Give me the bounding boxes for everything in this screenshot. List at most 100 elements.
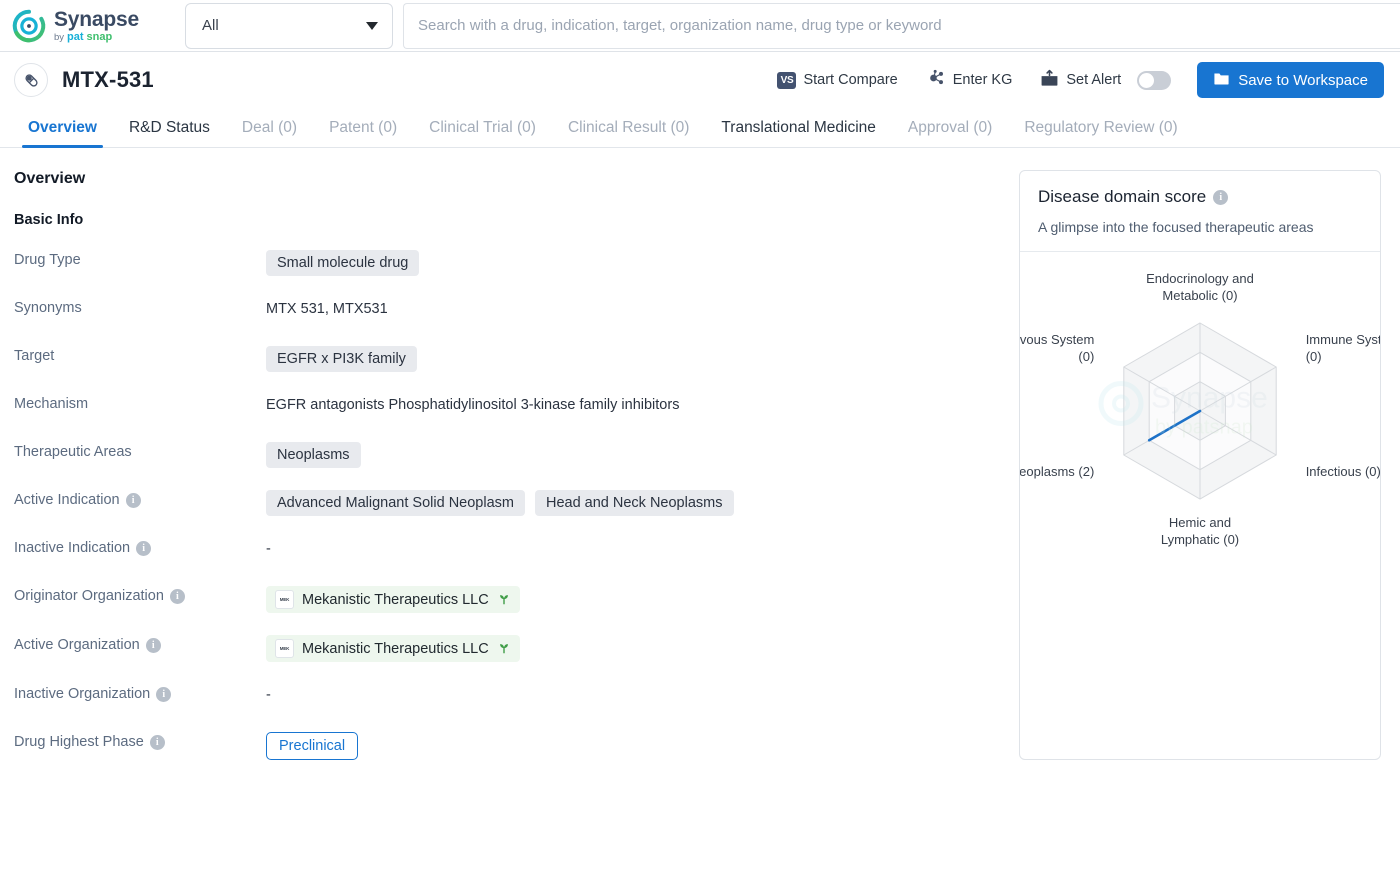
field-label-therapeutic-areas: Therapeutic Areas — [14, 444, 132, 460]
brand-by: by — [54, 31, 65, 43]
svg-text:(0): (0) — [1306, 349, 1322, 364]
svg-text:Neoplasms (2): Neoplasms (2) — [1020, 464, 1094, 479]
chip[interactable]: Advanced Malignant Solid Neoplasm — [266, 490, 525, 516]
start-compare-button[interactable]: VS Start Compare — [763, 62, 911, 98]
save-to-workspace-button[interactable]: Save to Workspace — [1197, 62, 1384, 98]
search-input-wrapper[interactable] — [403, 2, 1400, 49]
folder-icon — [1213, 70, 1230, 91]
score-card-description: A glimpse into the focused therapeutic a… — [1038, 219, 1314, 235]
svg-text:Endocrinology and: Endocrinology and — [1146, 271, 1254, 286]
tab-regulatory-review[interactable]: Regulatory Review (0) — [1008, 119, 1193, 147]
radar-chart: Synapse by patsnap Endocrinology and Meta… — [1020, 252, 1380, 570]
svg-text:Hemic and: Hemic and — [1169, 515, 1231, 530]
basic-info-heading: Basic Info — [14, 212, 84, 228]
field-row: Active Organization i MEK Mekanistic The… — [14, 633, 1000, 662]
overview-heading: Overview — [14, 170, 86, 187]
tab-overview[interactable]: Overview — [12, 119, 113, 148]
chip[interactable]: Small molecule drug — [266, 250, 420, 276]
field-value-mechanism: EGFR antagonists Phosphatidylinositol 3-… — [266, 392, 679, 413]
field-label-drug-highest-phase: Drug Highest Phase i — [14, 730, 266, 750]
start-compare-label: Start Compare — [803, 72, 898, 88]
field-value-therapeutic-areas: Neoplasms — [266, 440, 361, 468]
chevron-down-icon — [366, 21, 378, 30]
field-row: Drug Type Small molecule drug — [14, 248, 1000, 276]
field-value-active-indication: Advanced Malignant Solid Neoplasm Head a… — [266, 488, 734, 516]
svg-text:Metabolic (0): Metabolic (0) — [1162, 288, 1237, 303]
field-row: Inactive Indication i - — [14, 536, 1000, 564]
info-icon[interactable]: i — [149, 734, 165, 750]
info-icon[interactable]: i — [169, 588, 185, 604]
organization-logo-icon: MEK — [275, 639, 294, 658]
chip[interactable]: Head and Neck Neoplasms — [534, 490, 734, 516]
organization-logo-icon: MEK — [275, 590, 294, 609]
tab-clinical-trial[interactable]: Clinical Trial (0) — [413, 119, 552, 147]
field-label-inactive-indication: Inactive Indication i — [14, 536, 266, 556]
info-icon[interactable]: i — [136, 540, 152, 556]
chip[interactable]: Neoplasms — [266, 442, 361, 468]
info-icon[interactable]: i — [145, 637, 161, 653]
status-badge[interactable]: Preclinical — [266, 732, 359, 760]
organization-name: Mekanistic Therapeutics LLC — [302, 591, 489, 608]
organization-chip[interactable]: MEK Mekanistic Therapeutics LLC — [266, 635, 520, 662]
alert-mail-icon — [1040, 69, 1059, 92]
field-row: Therapeutic Areas Neoplasms — [14, 440, 1000, 468]
info-icon[interactable]: i — [156, 686, 172, 702]
knowledge-graph-icon — [926, 68, 946, 92]
organization-name: Mekanistic Therapeutics LLC — [302, 640, 489, 657]
tab-deal[interactable]: Deal (0) — [226, 119, 313, 147]
field-row: Originator Organization i MEK Mekanistic… — [14, 584, 1000, 613]
svg-text:Infectious (0): Infectious (0) — [1306, 464, 1380, 479]
drug-header: MTX-531 VS Start Compare Enter KG Set Al… — [0, 52, 1400, 108]
tab-rd-status[interactable]: R&D Status — [113, 119, 226, 147]
field-value-drug-highest-phase: Preclinical — [266, 730, 359, 760]
search-input[interactable] — [418, 17, 1400, 34]
svg-text:(0): (0) — [1078, 349, 1094, 364]
field-row: Inactive Organization i - — [14, 682, 1000, 710]
set-alert-button[interactable]: Set Alert — [1026, 62, 1185, 98]
set-alert-toggle[interactable] — [1137, 70, 1172, 90]
tab-patent[interactable]: Patent (0) — [313, 119, 413, 147]
synonyms-text: MTX 531, MTX531 — [266, 301, 388, 317]
sprout-icon — [497, 641, 511, 657]
field-row: Synonyms MTX 531, MTX531 — [14, 296, 1000, 324]
field-label-synonyms: Synonyms — [14, 300, 82, 316]
brand-logo[interactable]: Synapse by pat snap — [0, 7, 185, 45]
right-panel: Disease domain score i A glimpse into th… — [1000, 148, 1400, 760]
content-area: Overview Basic Info Drug Type Small mole… — [0, 148, 1400, 760]
score-card-title-row: Disease domain score i — [1038, 187, 1362, 207]
info-icon[interactable]: i — [125, 492, 141, 508]
top-bar: Synapse by pat snap All — [0, 0, 1400, 52]
vs-icon: VS — [777, 71, 797, 89]
field-value-synonyms: MTX 531, MTX531 — [266, 296, 388, 317]
save-to-workspace-label: Save to Workspace — [1238, 71, 1368, 89]
tab-bar: Overview R&D Status Deal (0) Patent (0) … — [0, 108, 1400, 148]
field-label-inactive-organization: Inactive Organization i — [14, 682, 266, 702]
organization-chip[interactable]: MEK Mekanistic Therapeutics LLC — [266, 586, 520, 613]
score-card-header: Disease domain score i A glimpse into th… — [1020, 171, 1380, 252]
enter-kg-button[interactable]: Enter KG — [912, 62, 1027, 98]
chip[interactable]: EGFR x PI3K family — [266, 346, 417, 372]
field-row: Target EGFR x PI3K family — [14, 344, 1000, 372]
info-icon[interactable]: i — [1213, 189, 1229, 205]
search-scope-select[interactable]: All — [185, 2, 393, 49]
brand-patsnap-snap: snap — [86, 30, 113, 43]
tab-clinical-result[interactable]: Clinical Result (0) — [552, 119, 705, 147]
field-label-target: Target — [14, 348, 55, 364]
radar-svg: Endocrinology and Metabolic (0) Immune Sys… — [1020, 271, 1380, 547]
svg-text:Nervous System: Nervous System — [1020, 332, 1094, 347]
empty-value: - — [266, 687, 271, 703]
set-alert-label: Set Alert — [1066, 72, 1122, 88]
mechanism-text: EGFR antagonists Phosphatidylinositol 3-… — [266, 397, 680, 413]
overview-panel: Overview Basic Info Drug Type Small mole… — [0, 148, 1000, 760]
search-scope-value: All — [202, 17, 219, 34]
field-label-active-indication: Active Indication i — [14, 488, 266, 508]
field-value-inactive-indication: - — [266, 536, 271, 557]
brand-patsnap-pat: pat — [67, 30, 84, 43]
page-title: MTX-531 — [62, 67, 154, 92]
field-value-active-organization: MEK Mekanistic Therapeutics LLC — [266, 633, 520, 662]
sprout-icon — [497, 592, 511, 608]
tab-approval[interactable]: Approval (0) — [892, 119, 1008, 147]
synapse-logo-icon — [10, 7, 48, 45]
header-actions: VS Start Compare Enter KG Set Alert Save… — [763, 62, 1384, 98]
tab-translational-medicine[interactable]: Translational Medicine — [705, 119, 892, 147]
